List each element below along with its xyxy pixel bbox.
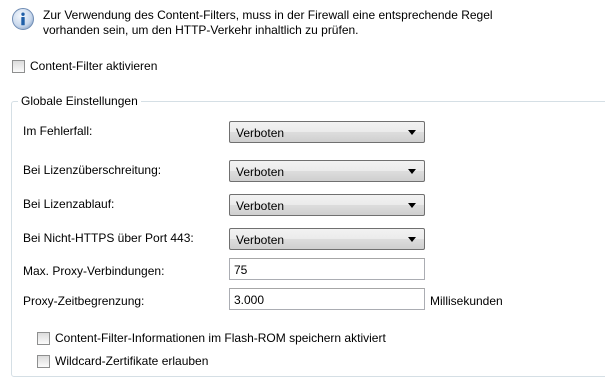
on-error-label: Im Fehlerfall: (23, 124, 93, 138)
max-proxy-connections-input[interactable]: 75 (229, 258, 425, 280)
info-icon (12, 8, 34, 30)
info-message-line-1: Zur Verwendung des Content-Filters, muss… (43, 8, 493, 22)
checkbox-box[interactable] (37, 331, 50, 345)
non-https-port-443-value: Verboten (236, 233, 285, 247)
info-message: Zur Verwendung des Content-Filters, muss… (43, 8, 583, 38)
proxy-timeout-value: 3.000 (234, 293, 265, 307)
flash-rom-storage-checkbox[interactable]: Content-Filter-Informationen im Flash-RO… (37, 331, 386, 345)
license-exceeded-label: Bei Lizenzüberschreitung: (23, 163, 162, 177)
checkbox-box[interactable] (37, 354, 50, 368)
non-https-port-443-label: Bei Nicht-HTTPS über Port 443: (23, 231, 194, 245)
enable-content-filter-checkbox[interactable]: Content-Filter aktivieren (12, 59, 157, 73)
on-error-select[interactable]: Verboten (229, 121, 425, 143)
chevron-down-icon (408, 130, 416, 135)
max-proxy-connections-label: Max. Proxy-Verbindungen: (23, 264, 165, 278)
chevron-down-icon (408, 203, 416, 208)
chevron-down-icon (408, 169, 416, 174)
info-message-line-2: vorhanden sein, um den HTTP-Verkehr inha… (43, 23, 359, 37)
on-error-value: Verboten (236, 126, 285, 140)
checkbox-box[interactable] (12, 59, 25, 73)
license-exceeded-select[interactable]: Verboten (229, 160, 425, 182)
wildcard-certificates-checkbox[interactable]: Wildcard-Zertifikate erlauben (37, 354, 208, 368)
wildcard-certificates-label: Wildcard-Zertifikate erlauben (55, 354, 209, 368)
proxy-timeout-unit: Millisekunden (430, 294, 503, 308)
license-exceeded-value: Verboten (236, 165, 285, 179)
chevron-down-icon (408, 237, 416, 242)
license-expiry-select[interactable]: Verboten (229, 194, 425, 216)
max-proxy-connections-value: 75 (234, 263, 248, 277)
content-filter-settings-panel: Zur Verwendung des Content-Filters, muss… (0, 0, 605, 380)
license-expiry-label: Bei Lizenzablauf: (23, 197, 115, 211)
proxy-timeout-label: Proxy-Zeitbegrenzung: (23, 294, 145, 308)
flash-rom-storage-label: Content-Filter-Informationen im Flash-RO… (55, 331, 386, 345)
proxy-timeout-input[interactable]: 3.000 (229, 288, 425, 310)
non-https-port-443-select[interactable]: Verboten (229, 228, 425, 250)
enable-content-filter-label: Content-Filter aktivieren (30, 59, 158, 73)
global-settings-title: Globale Einstellungen (18, 94, 141, 108)
license-expiry-value: Verboten (236, 199, 285, 213)
